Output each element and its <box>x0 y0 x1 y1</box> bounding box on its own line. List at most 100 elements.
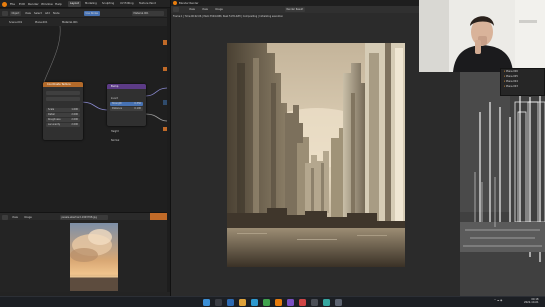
editor-type-icon[interactable] <box>173 7 179 12</box>
detail-field[interactable]: Detail 2.000 <box>46 113 80 117</box>
workspace-tab-layout[interactable]: Layout <box>68 1 81 7</box>
texture-node-header[interactable]: Coordinate Texture <box>43 82 83 87</box>
node-link <box>145 87 167 97</box>
outliner-item-label: Plane.006 <box>505 70 518 73</box>
menu-image[interactable]: Image <box>215 8 223 11</box>
blender-main-window: File Edit Render Window Help Layout Mode… <box>0 0 545 296</box>
outliner-panel: ▾ Plane.006 ▾ Plane.005 ▾ Plane.004 ▾ Pl… <box>500 68 545 96</box>
3d-viewport[interactable] <box>460 72 545 296</box>
normal-socket-row[interactable]: Normal <box>107 139 146 143</box>
bump-node[interactable]: Bump Invert Strength 0.350 Distance 0.10… <box>107 84 146 142</box>
clock[interactable]: 00:18 2022-10-01 <box>524 298 539 304</box>
render-window[interactable]: Blender Render – □ × View View Image Ren… <box>170 0 461 296</box>
start-menu-icon[interactable] <box>203 299 210 306</box>
texture-mode-dropdown[interactable] <box>46 97 80 101</box>
strength-field[interactable]: Strength 0.350 <box>110 102 143 106</box>
search-icon[interactable] <box>215 299 222 306</box>
menu-help[interactable]: Help <box>55 2 62 6</box>
distance-field[interactable]: Distance 0.100 <box>110 107 143 111</box>
render-result-svg <box>227 43 405 267</box>
menu-view[interactable]: View <box>189 8 195 11</box>
menu-select[interactable]: Select <box>34 12 42 15</box>
edge-browser-icon[interactable] <box>251 299 258 306</box>
recording-app-icon[interactable] <box>299 299 306 306</box>
roughness-field[interactable]: Roughness 2.000 <box>46 118 80 122</box>
normal-label: Normal <box>111 139 120 142</box>
blender-logo-icon <box>173 1 177 5</box>
app-icon[interactable] <box>335 299 342 306</box>
viewport-scene <box>460 72 545 296</box>
reference-image <box>70 223 118 291</box>
menu-view[interactable]: View <box>25 12 31 15</box>
use-nodes-toggle[interactable]: Use Nodes <box>84 10 100 16</box>
height-label: Height <box>111 130 119 133</box>
node-edge-strip[interactable] <box>163 40 167 45</box>
workspace-tab-modeling[interactable]: Modeling <box>83 1 99 7</box>
image-selector[interactable]: pexels-eberhard-1903768.jpg <box>60 214 108 220</box>
breadcrumb-scene: Scene.001 <box>9 20 23 24</box>
render-result-image <box>227 43 405 267</box>
menu-file[interactable]: File <box>10 2 15 6</box>
texture-node[interactable]: Coordinate Texture Scale 1.000 Detail 2.… <box>43 82 83 140</box>
node-editor-breadcrumb: Scene.001 Plane.001 Material.001 <box>0 18 167 26</box>
node-editor-canvas[interactable]: Coordinate Texture Scale 1.000 Detail 2.… <box>0 26 167 212</box>
render-slot-selector[interactable]: Render Result <box>285 7 305 12</box>
height-socket-row[interactable]: Height <box>107 130 146 134</box>
chrome-icon[interactable] <box>263 299 270 306</box>
image-editor-canvas[interactable] <box>0 220 167 292</box>
breadcrumb-material: Material.001 <box>62 20 78 24</box>
menu-render[interactable]: Render <box>28 2 39 6</box>
render-window-header: View View Image Render Result <box>171 6 461 13</box>
workspace-tab-uv-editing[interactable]: UV Editing <box>118 1 136 7</box>
node-edge-strip[interactable] <box>163 100 167 105</box>
strength-value: 0.350 <box>134 102 141 105</box>
strength-label: Strength <box>112 102 122 105</box>
menu-window[interactable]: Window <box>41 2 53 6</box>
material-selector[interactable]: Material.001 <box>132 10 164 16</box>
outliner-item-label: Plane.004 <box>505 80 518 83</box>
editor-type-icon[interactable] <box>2 10 8 16</box>
workspace-tab-texture-paint[interactable]: Texture Paint <box>137 1 158 7</box>
detail-label: Detail <box>48 113 55 116</box>
lacunarity-value: 2.000 <box>71 123 78 126</box>
render-stats-text: Frame:1 | Time:00:02.06 | Mem:3594.00M, … <box>173 14 284 18</box>
menu-add[interactable]: Add <box>45 12 50 15</box>
bump-node-header[interactable]: Bump <box>107 84 146 89</box>
menu-view[interactable]: View <box>12 216 18 219</box>
lacunarity-field[interactable]: Lacunarity 2.000 <box>46 123 80 127</box>
bump-invert-row[interactable]: Invert <box>107 97 146 101</box>
app-icon[interactable] <box>311 299 318 306</box>
image-editor-type-icon[interactable] <box>2 214 8 220</box>
file-explorer-icon[interactable] <box>239 299 246 306</box>
menu-view-2[interactable]: View <box>202 8 208 11</box>
menu-node[interactable]: Node <box>53 12 60 15</box>
blender-logo-icon[interactable] <box>2 1 7 7</box>
roughness-label: Roughness <box>48 118 61 121</box>
distance-label: Distance <box>112 107 123 110</box>
menu-edit[interactable]: Edit <box>19 2 25 6</box>
object-mode-dropdown[interactable]: Object <box>10 10 21 16</box>
scale-label: Scale <box>48 108 55 111</box>
node-link <box>81 101 108 111</box>
app-icon[interactable] <box>287 299 294 306</box>
top-menu-bar: File Edit Render Window Help Layout Mode… <box>0 0 170 8</box>
detail-value: 2.000 <box>71 113 78 116</box>
scale-field[interactable]: Scale 1.000 <box>46 108 80 112</box>
system-tray-icon[interactable]: ^ ☁ ◉ <box>494 299 502 302</box>
node-edge-strip[interactable] <box>163 67 167 71</box>
menu-image[interactable]: Image <box>24 216 32 219</box>
invert-label: Invert <box>111 97 118 100</box>
node-edge-strip[interactable] <box>163 127 167 131</box>
task-view-icon[interactable] <box>227 299 234 306</box>
lacunarity-label: Lacunarity <box>48 123 61 126</box>
workspace-tab-sculpting[interactable]: Sculpting <box>100 1 116 7</box>
webcam-overlay <box>419 0 545 72</box>
node-editor-header: Object View Select Add Node Use Nodes Ma… <box>0 9 167 17</box>
app-icon[interactable] <box>323 299 330 306</box>
outliner-item[interactable]: ▾ Plane.003 <box>501 84 544 89</box>
windows-taskbar: ^ ☁ ◉ 00:18 2022-10-01 <box>0 296 545 307</box>
node-link <box>145 113 167 122</box>
blender-app-icon[interactable] <box>275 299 282 306</box>
texture-type-dropdown[interactable] <box>46 91 80 95</box>
outliner-item-label: Plane.005 <box>505 75 518 78</box>
